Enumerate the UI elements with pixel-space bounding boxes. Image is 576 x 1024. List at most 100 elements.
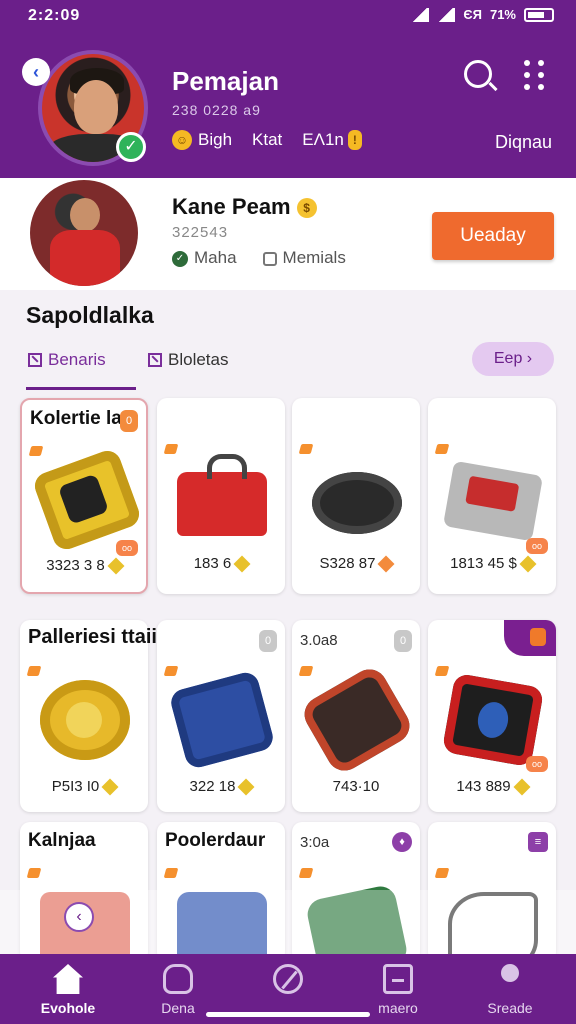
home-icon xyxy=(53,964,83,994)
heart-icon xyxy=(377,555,395,573)
card-title: 3:0a xyxy=(300,834,330,851)
gem-icon xyxy=(237,778,255,796)
tag-icon xyxy=(434,444,450,454)
header-right-link[interactable]: Diqnau xyxy=(495,132,552,153)
box-icon xyxy=(262,251,277,266)
player-card: Kane Peam $ 322543 ✓ Maha Memials Ueaday xyxy=(0,178,576,290)
tag-icon xyxy=(163,868,179,878)
item-card[interactable]: 3.0a8 0 743·10 xyxy=(292,620,420,812)
item-image xyxy=(441,672,545,768)
status-time: 2:2:09 xyxy=(28,7,81,24)
card-price: P5I3 I0 xyxy=(20,778,148,796)
item-card[interactable]: S328 87 xyxy=(292,398,420,594)
verified-check-icon: ✓ xyxy=(116,132,146,162)
item-card[interactable]: 0 322 18 xyxy=(157,620,285,812)
gem-icon xyxy=(101,778,119,796)
header-stat-label: Bigh xyxy=(198,130,233,149)
card-badge-icon: ≡ xyxy=(528,832,548,852)
gem-icon xyxy=(519,555,537,573)
card-badge: 0 xyxy=(394,630,412,652)
item-image xyxy=(168,669,276,771)
checkbox-icon xyxy=(28,353,42,367)
tag-icon xyxy=(26,666,42,676)
more-options-icon[interactable] xyxy=(524,60,552,90)
tag-icon xyxy=(298,666,314,676)
card-title: Kalnjaa xyxy=(28,830,96,851)
tab-bloletas[interactable]: Bloletas xyxy=(148,350,228,370)
header-name: Pemajan xyxy=(172,66,279,96)
gem-icon xyxy=(513,778,531,796)
status-bar: 2:2:09 ЄЯ 71% xyxy=(0,0,576,32)
tag-icon xyxy=(298,444,314,454)
header-stat-1[interactable]: ☺ Bigh xyxy=(172,130,232,150)
tab-benaris[interactable]: Benaris xyxy=(28,350,106,370)
document-icon xyxy=(383,964,413,994)
item-card[interactable]: Kolertie la 0 oo 3323 3 8 xyxy=(20,398,148,594)
battery-icon xyxy=(524,7,554,22)
player-meta-1[interactable]: ✓ Maha xyxy=(172,248,237,268)
card-price: 743·10 xyxy=(332,778,380,795)
header-stat-label: Ktat xyxy=(252,130,283,149)
tab-active-indicator xyxy=(26,387,136,390)
player-action-button[interactable]: Ueaday xyxy=(432,212,554,260)
corner-ribbon-icon xyxy=(504,620,556,656)
app-screen: 2:2:09 ЄЯ 71% ‹ ✓ Pemajan 238 0228 a9 ☺ … xyxy=(0,0,576,1024)
nav-item-maero[interactable]: maero xyxy=(348,964,448,1016)
check-icon: ✓ xyxy=(172,250,188,267)
card-price: S328 87 xyxy=(292,555,420,573)
card-price: 322 18 xyxy=(157,778,285,796)
back-circle-icon[interactable]: ‹ xyxy=(64,902,94,932)
item-image xyxy=(40,680,130,760)
player-meta-2[interactable]: Memials xyxy=(262,248,346,268)
item-image xyxy=(442,460,544,542)
mini-tag-icon: oo xyxy=(116,540,138,556)
home-indicator[interactable] xyxy=(206,1012,370,1017)
player-meta: ✓ Maha Memials xyxy=(172,248,346,268)
nav-item-dena[interactable]: Dena xyxy=(128,964,228,1016)
gold-badge-icon: $ xyxy=(296,198,317,219)
header-stat-2[interactable]: Ktat xyxy=(252,130,282,150)
nav-item-sreade[interactable]: Sreade xyxy=(460,964,560,1016)
section-title: Sapoldlalka xyxy=(26,302,154,328)
status-icons: ЄЯ 71% xyxy=(411,7,554,22)
signal-icon xyxy=(411,7,430,22)
search-icon[interactable] xyxy=(464,60,492,88)
card-badge: 0 xyxy=(120,410,138,432)
signal-icon-2 xyxy=(437,7,456,22)
item-card[interactable]: Palleriesi ttaiias P5I3 I0 xyxy=(20,620,179,812)
header-stat-3[interactable]: EΛ1n ! xyxy=(302,130,368,150)
tag-icon xyxy=(434,868,450,878)
card-price: 143 889 xyxy=(428,778,556,796)
player-name: Kane Peam $ xyxy=(172,194,317,220)
mini-tag-icon: oo xyxy=(526,756,548,772)
item-image xyxy=(298,662,416,778)
see-more-button[interactable]: Eep › xyxy=(472,342,554,376)
gem-icon xyxy=(233,555,251,573)
tag-icon xyxy=(163,666,179,676)
item-card[interactable]: 183 6 xyxy=(157,398,285,594)
nav-item-compass[interactable] xyxy=(238,964,338,1000)
profile-header: 2:2:09 ЄЯ 71% ‹ ✓ Pemajan 238 0228 a9 ☺ … xyxy=(0,0,576,178)
card-title: Kolertie la xyxy=(30,408,122,429)
status-extra: ЄЯ xyxy=(463,7,482,22)
card-price: 1813 45 $ xyxy=(428,555,556,573)
battery-percent: 71% xyxy=(489,7,516,22)
card-price: 3323 3 8 xyxy=(22,557,146,575)
checkbox-icon xyxy=(148,353,162,367)
section-tabs: Benaris Bloletas Eep › xyxy=(0,340,576,392)
back-arrow-icon[interactable]: ‹ xyxy=(22,58,50,86)
tag-icon xyxy=(163,444,179,454)
avatar-face xyxy=(74,80,118,134)
card-title: 3.0a8 xyxy=(300,632,338,649)
card-badge-icon: ♦ xyxy=(392,832,412,852)
player-avatar[interactable] xyxy=(30,180,138,286)
header-stats: ☺ Bigh Ktat EΛ1n ! xyxy=(172,130,368,150)
header-subtitle: 238 0228 a9 xyxy=(172,102,261,118)
tag-icon xyxy=(434,666,450,676)
coin-icon: ! xyxy=(347,130,362,150)
item-card[interactable]: oo 1813 45 $ xyxy=(428,398,556,594)
coin-icon: ☺ xyxy=(172,130,192,150)
nav-item-home[interactable]: Evohole xyxy=(18,964,118,1016)
item-image xyxy=(31,447,143,553)
item-card[interactable]: oo 143 889 xyxy=(428,620,556,812)
